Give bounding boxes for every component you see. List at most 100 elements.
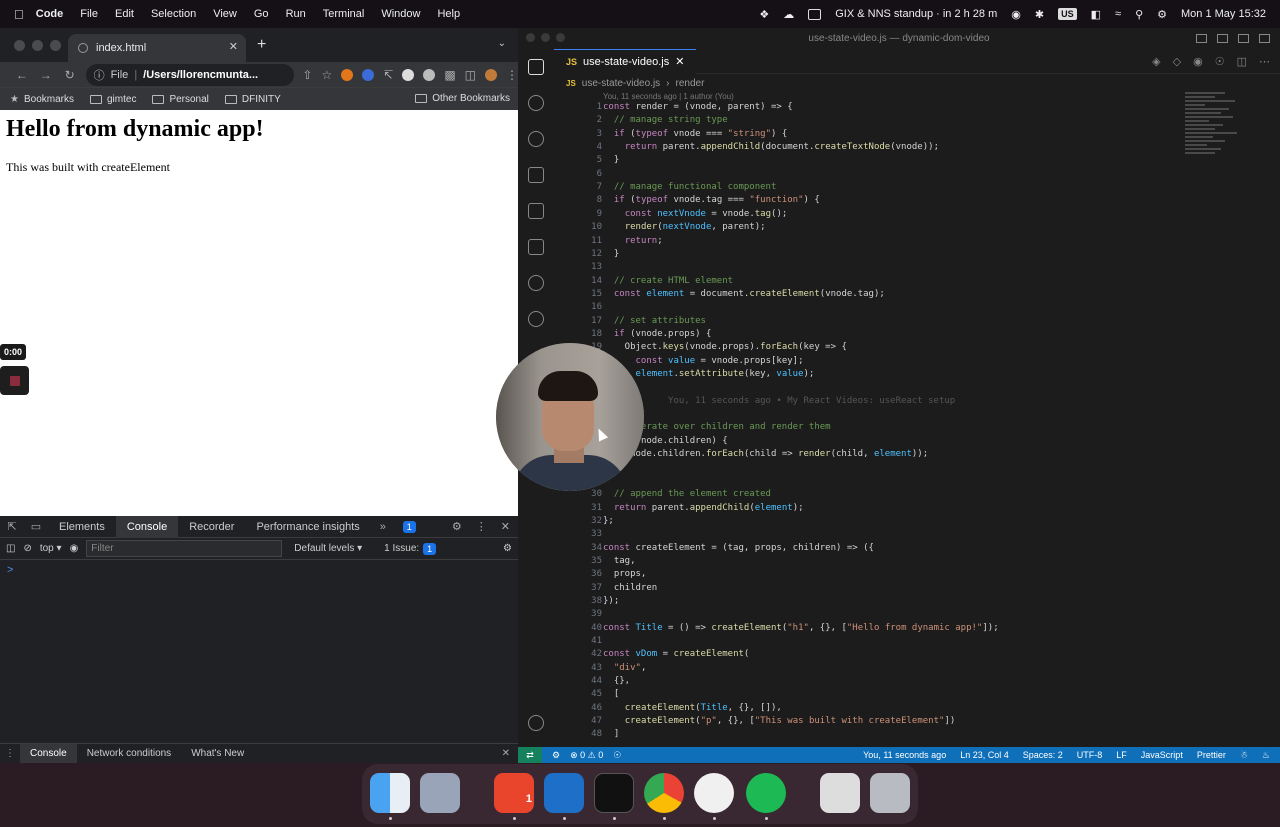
menu-run[interactable]: Run — [286, 8, 306, 20]
status-language[interactable]: JavaScript — [1141, 750, 1183, 761]
device-toolbar-icon[interactable]: ▭ — [24, 520, 48, 533]
drawer-tab-network-conditions[interactable]: Network conditions — [77, 744, 181, 764]
bookmark-bookmarks[interactable]: ★ Bookmarks — [10, 94, 74, 105]
close-tab-icon[interactable]: ✕ — [229, 40, 238, 53]
sidebar-toggle-icon[interactable]: ◫ — [6, 543, 15, 554]
menu-selection[interactable]: Selection — [151, 8, 196, 20]
menu-datetime[interactable]: Mon 1 May 15:32 — [1181, 8, 1266, 20]
settings-gear-icon[interactable]: ⚙ — [452, 520, 462, 533]
spotify-icon[interactable] — [746, 773, 786, 813]
notifications-bell-icon[interactable]: ♨ — [1262, 750, 1270, 761]
drawer-menu-icon[interactable]: ⋮ — [0, 748, 20, 759]
breadcrumb-file[interactable]: use-state-video.js — [582, 78, 660, 89]
toggle-secondary-sidebar-icon[interactable] — [1238, 34, 1249, 43]
status-cursor-position[interactable]: Ln 23, Col 4 — [960, 750, 1009, 761]
menu-view[interactable]: View — [213, 8, 237, 20]
customize-layout-icon[interactable] — [1259, 34, 1270, 43]
code-editor[interactable]: 1 const render = (vnode, parent) => {2 //… — [554, 101, 1280, 749]
drawer-tab-console[interactable]: Console — [20, 743, 77, 763]
timeline-icon[interactable]: ◉ — [1193, 55, 1203, 68]
reload-icon[interactable]: ↻ — [58, 68, 82, 82]
problems-indicator[interactable]: ⊗ 0 ⚠ 0 — [570, 750, 603, 761]
launchpad-icon[interactable] — [420, 773, 460, 813]
chrome-menu-icon[interactable]: ⋮ — [506, 68, 518, 82]
sidebar-icon[interactable]: ◫ — [465, 68, 476, 82]
status-formatter[interactable]: Prettier — [1197, 750, 1226, 761]
menu-window[interactable]: Window — [381, 8, 420, 20]
info-icon[interactable]: ⓘ — [94, 67, 105, 83]
menu-edit[interactable]: Edit — [115, 8, 134, 20]
bookmark-star-icon[interactable]: ☆ — [321, 68, 332, 82]
tab-performance-insights[interactable]: Performance insights — [245, 516, 370, 538]
git-graph-icon[interactable]: ⚙ — [552, 750, 560, 761]
close-window-button[interactable] — [526, 33, 535, 42]
metamask-icon[interactable] — [341, 68, 354, 81]
drawer-tab-whats-new[interactable]: What's New — [181, 744, 254, 764]
extension-link-icon[interactable]: ↸ — [383, 68, 393, 82]
compare-icon[interactable]: ◈ — [1152, 55, 1160, 68]
forward-icon[interactable]: → — [34, 68, 58, 82]
menu-file[interactable]: File — [80, 8, 98, 20]
extension-icon[interactable] — [423, 68, 436, 81]
chrome-icon[interactable] — [644, 773, 684, 813]
dropbox-icon[interactable]: ❖ — [759, 8, 769, 21]
calendar-icon[interactable]: 1 — [494, 773, 534, 813]
apple-icon[interactable]:  — [14, 7, 24, 22]
menu-help[interactable]: Help — [437, 8, 460, 20]
editor-tab[interactable]: JS use-state-video.js ✕ — [554, 49, 697, 75]
record-icon[interactable]: ◉ — [1011, 8, 1021, 21]
console-prompt[interactable]: > — [7, 564, 13, 576]
issues-counter[interactable]: 1 Issue: 1 — [384, 542, 437, 555]
extensions-icon[interactable] — [518, 193, 554, 229]
terminal-icon[interactable] — [594, 773, 634, 813]
address-bar[interactable]: ⓘ File | /Users/llorencmunta... — [85, 63, 295, 86]
menu-app-name[interactable]: Code — [36, 8, 64, 20]
bookmark-dfinity[interactable]: DFINITY — [224, 94, 281, 105]
close-drawer-icon[interactable]: ✕ — [502, 748, 510, 759]
tab-elements[interactable]: Elements — [48, 516, 116, 538]
clear-console-icon[interactable]: ⊘ — [23, 543, 31, 554]
filter-input[interactable]: Filter — [86, 540, 283, 557]
log-levels-select[interactable]: Default levels ▾ — [294, 543, 362, 554]
tab-console[interactable]: Console — [115, 515, 179, 538]
calendar-status-icon[interactable] — [808, 8, 822, 20]
close-tab-icon[interactable]: ✕ — [675, 50, 684, 75]
bookmark-gimtec[interactable]: gimtec — [89, 94, 136, 105]
issues-badge[interactable]: 1 — [402, 520, 416, 533]
battery-icon[interactable]: ◧ — [1091, 8, 1101, 21]
minimize-window-button[interactable] — [541, 33, 550, 42]
open-changes-icon[interactable]: ◇ — [1173, 55, 1181, 68]
menu-terminal[interactable]: Terminal — [323, 8, 365, 20]
context-select[interactable]: top ▾ — [40, 543, 62, 554]
remote-icon[interactable]: ⇄ — [518, 747, 542, 763]
input-source[interactable]: US — [1058, 8, 1077, 20]
status-encoding[interactable]: UTF-8 — [1077, 750, 1103, 761]
more-tabs-icon[interactable]: » — [371, 521, 395, 533]
status-eol[interactable]: LF — [1116, 750, 1127, 761]
extension-icon[interactable] — [362, 68, 375, 81]
blame-codelens[interactable]: You, 11 seconds ago | 1 author (You) — [603, 92, 734, 101]
more-actions-icon[interactable]: ⋯ — [1259, 55, 1270, 68]
docker-icon[interactable] — [518, 265, 554, 301]
bluetooth-icon[interactable]: ✱ — [1035, 8, 1044, 21]
back-icon[interactable]: ← — [10, 68, 34, 82]
stop-recording-button[interactable] — [0, 366, 29, 395]
radio-tower-icon[interactable]: ☉ — [613, 750, 621, 761]
menu-event[interactable]: GIX & NNS standup · in 2 h 28 m — [835, 8, 997, 20]
breadcrumb-symbol[interactable]: render — [676, 78, 705, 89]
zoom-window-button[interactable] — [50, 40, 61, 51]
source-control-icon[interactable] — [518, 121, 554, 157]
more-options-icon[interactable]: ⋮ — [476, 520, 487, 533]
new-tab-button[interactable]: + — [257, 36, 266, 54]
puzzle-icon[interactable]: ▩ — [444, 68, 455, 82]
live-expression-eye-icon[interactable]: ◉ — [70, 543, 79, 554]
bookmark-personal[interactable]: Personal — [152, 94, 209, 105]
accounts-icon[interactable] — [518, 705, 554, 741]
status-indentation[interactable]: Spaces: 2 — [1023, 750, 1063, 761]
trash-icon[interactable] — [870, 773, 910, 813]
toggle-sidebar-icon[interactable] — [1196, 34, 1207, 43]
git-commit-icon[interactable]: ☉ — [1215, 55, 1225, 68]
finder-icon[interactable] — [370, 773, 410, 813]
cloud-icon[interactable]: ☁ — [783, 8, 794, 21]
search-icon[interactable] — [518, 85, 554, 121]
